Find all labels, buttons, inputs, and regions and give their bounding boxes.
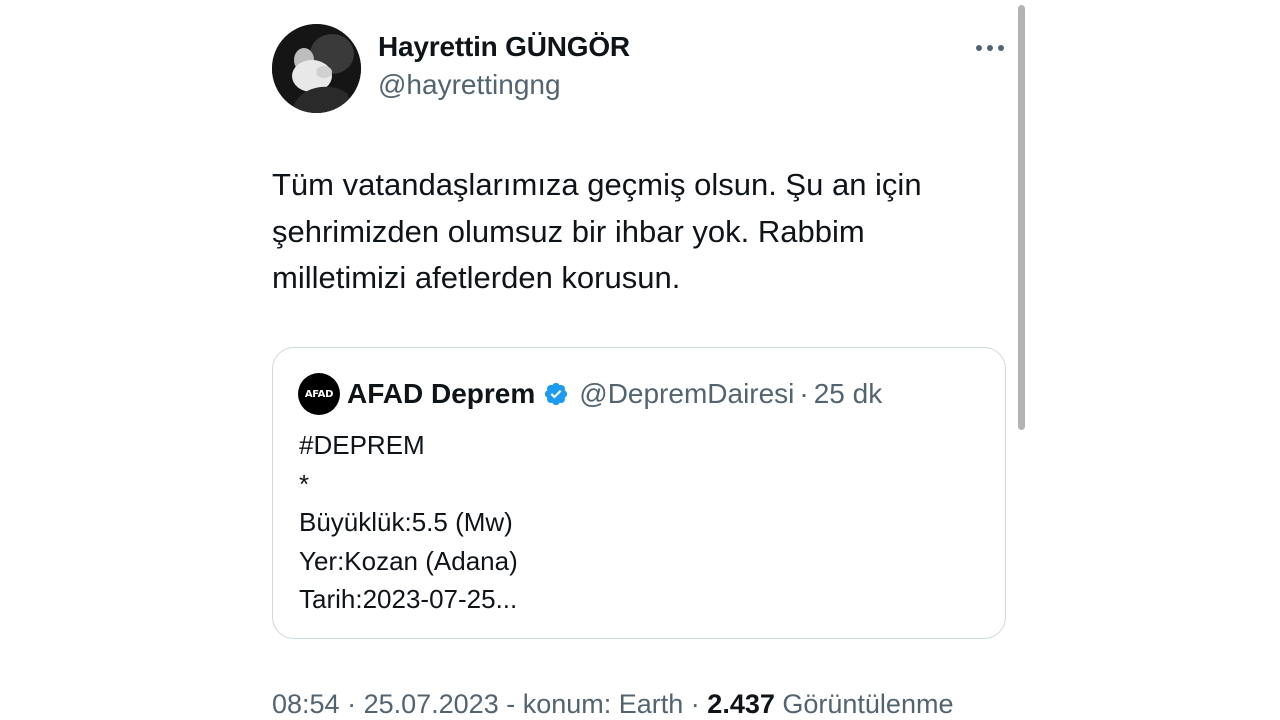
views-count: 2.437 xyxy=(707,689,775,719)
author-name[interactable]: Hayrettin GÜNGÖR xyxy=(378,31,630,63)
quoted-avatar[interactable]: AFAD xyxy=(298,373,340,415)
quoted-tweet-card[interactable]: AFAD AFAD Deprem @DepremDairesi · 25 dk … xyxy=(272,347,1006,639)
quoted-tweet-body: #DEPREM * Büyüklük:5.5 (Mw) Yer:Kozan (A… xyxy=(299,426,518,619)
scrollbar-thumb[interactable] xyxy=(1018,5,1025,430)
profile-photo-icon xyxy=(272,24,361,113)
quoted-avatar-logo: AFAD xyxy=(304,388,334,400)
quoted-line: * xyxy=(299,468,310,499)
tweet-time[interactable]: 08:54 xyxy=(272,689,340,719)
quoted-line-hashtag[interactable]: #DEPREM xyxy=(299,426,518,465)
quoted-line: Büyüklük:5.5 (Mw) xyxy=(299,507,513,537)
author-handle[interactable]: @hayrettingng xyxy=(378,69,561,101)
quoted-tweet-header: AFAD Deprem @DepremDairesi · 25 dk xyxy=(347,376,882,412)
views-label: Görüntülenme xyxy=(774,689,954,719)
more-options-icon xyxy=(976,45,1004,51)
quoted-timestamp[interactable]: 25 dk xyxy=(814,378,883,410)
meta-separator: · xyxy=(339,689,364,719)
verified-badge-icon xyxy=(545,382,568,406)
quoted-author-name[interactable]: AFAD Deprem xyxy=(347,378,535,410)
author-avatar[interactable] xyxy=(272,24,361,113)
tweet-date[interactable]: 25.07.2023 xyxy=(364,689,499,719)
quoted-line: Tarih:2023-07-25... xyxy=(299,584,518,614)
more-options-button[interactable] xyxy=(970,30,1010,66)
quoted-separator: · xyxy=(799,378,809,409)
tweet: Hayrettin GÜNGÖR @hayrettingng Tüm vatan… xyxy=(0,0,1280,720)
tweet-text: Tüm vatandaşlarımıza geçmiş olsun. Şu an… xyxy=(272,167,922,295)
quoted-author-handle[interactable]: @DepremDairesi xyxy=(579,378,794,410)
quoted-line: Yer:Kozan (Adana) xyxy=(299,545,518,576)
meta-separator: · xyxy=(683,689,708,719)
tweet-meta: 08:54 · 25.07.2023 - konum: Earth · 2.43… xyxy=(272,689,953,720)
tweet-location: - konum: Earth xyxy=(498,689,684,719)
